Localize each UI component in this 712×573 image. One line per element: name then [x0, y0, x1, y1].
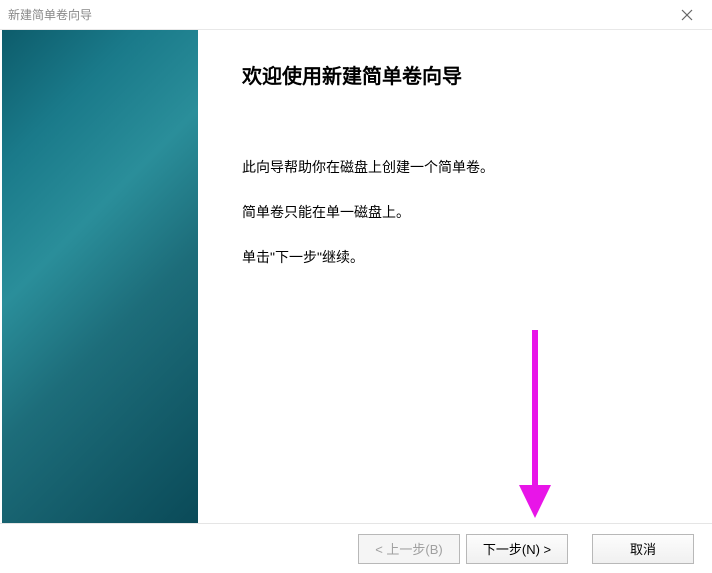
close-icon[interactable] [672, 1, 702, 29]
wizard-main-panel: 欢迎使用新建简单卷向导 此向导帮助你在磁盘上创建一个简单卷。 简单卷只能在单一磁… [198, 30, 712, 523]
wizard-side-graphic [2, 30, 198, 523]
window-title: 新建简单卷向导 [8, 6, 92, 23]
wizard-text-2: 简单卷只能在单一磁盘上。 [242, 202, 672, 223]
cancel-button[interactable]: 取消 [592, 534, 694, 564]
back-button: < 上一步(B) [358, 534, 460, 564]
wizard-text-3: 单击"下一步"继续。 [242, 247, 672, 268]
wizard-text-1: 此向导帮助你在磁盘上创建一个简单卷。 [242, 157, 672, 178]
wizard-heading: 欢迎使用新建简单卷向导 [242, 60, 672, 89]
next-button[interactable]: 下一步(N) > [466, 534, 568, 564]
content-area: 欢迎使用新建简单卷向导 此向导帮助你在磁盘上创建一个简单卷。 简单卷只能在单一磁… [0, 30, 712, 523]
button-bar: < 上一步(B) 下一步(N) > 取消 [0, 523, 712, 573]
titlebar: 新建简单卷向导 [0, 0, 712, 30]
